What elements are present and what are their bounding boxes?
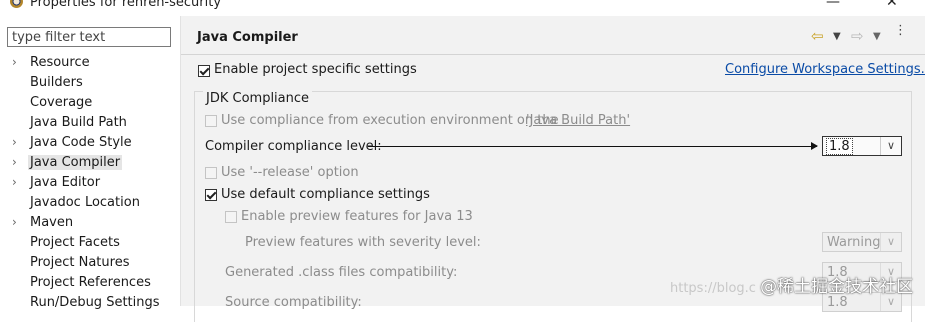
source-compat-value: 1.8 (827, 295, 848, 310)
property-page: Java Compiler ⇦ ▼ ⇨ ▼ ⋮ Enable project s… (181, 16, 925, 322)
window-titlebar: Properties for renren-security — ✕ (0, 0, 925, 16)
tree-item-label: Resource (30, 55, 90, 70)
forward-menu-icon[interactable]: ▼ (873, 31, 881, 42)
window-title: Properties for renren-security (30, 0, 222, 10)
tree-item-label: Project Facets (30, 235, 120, 250)
tree-item-java-editor[interactable]: › Java Editor (0, 174, 178, 194)
chevron-down-icon[interactable]: ∨ (880, 137, 901, 155)
jdk-compliance-group-title: JDK Compliance (203, 91, 313, 106)
tree-item-java-compiler[interactable]: › Java Compiler (0, 154, 178, 174)
tree-item-label: Run/Debug Settings (30, 295, 160, 310)
use-release-label: Use '--release' option (221, 165, 359, 180)
preview-severity-select[interactable]: Warning ∨ (822, 232, 902, 252)
tree-item-label: Project Natures (30, 255, 130, 270)
back-menu-icon[interactable]: ▼ (833, 31, 841, 42)
tree-item-label: Java Editor (30, 175, 101, 190)
watermark-text: @稀土掘金技术社区 (760, 277, 914, 297)
enable-preview-label: Enable preview features for Java 13 (241, 209, 473, 224)
compliance-level-label: Compiler compliance level: (205, 139, 382, 154)
tree-item-project-facets[interactable]: Project Facets (0, 234, 178, 254)
tree-item-label: Project References (30, 275, 151, 290)
watermark-url: https://blog.c (670, 281, 756, 296)
chevron-right-icon[interactable]: › (12, 135, 17, 149)
tree-item-project-references[interactable]: Project References (0, 274, 178, 294)
preview-severity-value: Warning (827, 235, 881, 250)
tree-item-javadoc-location[interactable]: Javadoc Location (0, 194, 178, 214)
enable-preview-checkbox[interactable] (225, 211, 237, 223)
tree-item-resource[interactable]: › Resource (0, 54, 178, 74)
tree-item-label: Builders (30, 75, 83, 90)
watermark: https://blog.c @稀土掘金技术社区 (670, 272, 913, 297)
tree-item-label: Maven (30, 215, 74, 230)
view-menu-icon[interactable]: ⋮ (894, 24, 907, 37)
tree-item-java-build-path[interactable]: Java Build Path (0, 114, 178, 134)
eclipse-icon (10, 0, 23, 8)
use-default-label[interactable]: Use default compliance settings (221, 187, 430, 202)
preview-severity-label: Preview features with severity level: (245, 235, 481, 250)
use-env-checkbox[interactable] (205, 115, 217, 127)
annotation-arrow-head (811, 142, 818, 150)
annotation-arrow-line (368, 146, 817, 147)
tree-item-project-natures[interactable]: Project Natures (0, 254, 178, 274)
tree-item-label: Javadoc Location (30, 195, 140, 210)
tree-item-label: Java Compiler (28, 155, 123, 170)
compliance-level-value: 1.8 (826, 138, 853, 155)
tree-item-builders[interactable]: Builders (0, 74, 178, 94)
page-header: Java Compiler ⇦ ▼ ⇨ ▼ ⋮ (181, 16, 925, 54)
chevron-right-icon[interactable]: › (12, 175, 17, 189)
compliance-level-select[interactable]: 1.8 ∨ (822, 136, 902, 156)
chevron-right-icon[interactable]: › (12, 55, 17, 69)
enable-specific-label[interactable]: Enable project specific settings (214, 62, 417, 77)
tree-item-coverage[interactable]: Coverage (0, 94, 178, 114)
back-arrow-icon[interactable]: ⇦ (811, 27, 824, 45)
generated-compat-label: Generated .class files compatibility: (225, 265, 458, 280)
close-button[interactable]: ✕ (886, 0, 898, 10)
chevron-down-icon[interactable]: ∨ (880, 233, 901, 251)
filter-input[interactable] (7, 27, 171, 47)
java-build-path-link[interactable]: 'Java Build Path' (526, 113, 630, 128)
use-env-label: Use compliance from execution environmen… (221, 113, 559, 128)
page-title: Java Compiler (197, 30, 298, 45)
tree-item-label: Coverage (30, 95, 93, 110)
source-compat-label: Source compatibility: (225, 295, 362, 310)
header-separator (181, 54, 925, 55)
configure-workspace-link[interactable]: Configure Workspace Settings... (725, 62, 925, 77)
tree-item-run-debug-settings[interactable]: Run/Debug Settings (0, 294, 178, 314)
tree-item-java-code-style[interactable]: › Java Code Style (0, 134, 178, 154)
tree-item-maven[interactable]: › Maven (0, 214, 178, 234)
chevron-right-icon[interactable]: › (12, 215, 17, 229)
tree-item-label: Java Build Path (30, 115, 127, 130)
use-default-checkbox[interactable] (205, 189, 217, 201)
tree-item-label: Java Code Style (30, 135, 132, 150)
chevron-right-icon[interactable]: › (12, 155, 17, 169)
use-release-checkbox[interactable] (205, 167, 217, 179)
minimize-button[interactable]: — (826, 0, 840, 10)
enable-specific-checkbox[interactable] (198, 65, 210, 77)
forward-arrow-icon[interactable]: ⇨ (851, 27, 864, 45)
